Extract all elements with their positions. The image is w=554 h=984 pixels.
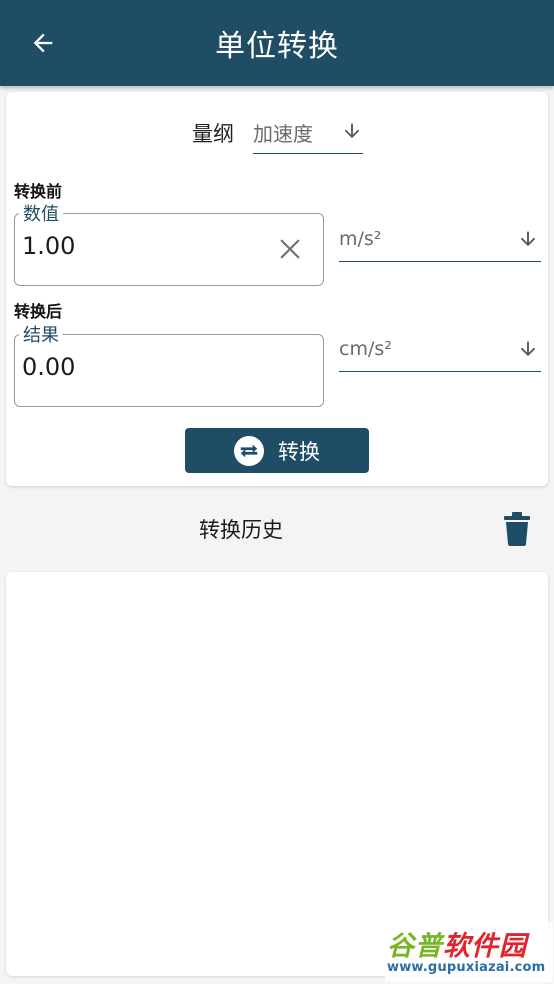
swap-icon — [234, 435, 264, 466]
result-output: 结果 0.00 — [14, 321, 324, 407]
page-title: 单位转换 — [215, 29, 339, 64]
clear-icon[interactable] — [277, 236, 303, 262]
arrow-down-icon — [344, 123, 360, 139]
dimension-select[interactable]: 加速度 — [253, 110, 363, 154]
value-input-text[interactable]: 1.00 — [22, 232, 75, 260]
result-output-text: 0.00 — [22, 353, 76, 381]
watermark-brand: 谷普软件园 — [387, 931, 527, 962]
converter-card: 量纲 加速度 转换前 数值 1.00 m/s² 转换后 结果 0.00 cm/s… — [6, 92, 548, 486]
watermark-url: www.gupuxiazai.com — [387, 960, 546, 975]
value-input[interactable]: 数值 1.00 — [14, 200, 324, 286]
arrow-down-icon — [520, 341, 536, 357]
dimension-label: 量纲 — [192, 122, 234, 146]
history-title: 转换历史 — [199, 518, 283, 542]
clear-history-button[interactable] — [503, 512, 531, 546]
to-unit-value: cm/s² — [339, 338, 392, 360]
convert-button-label: 转换 — [278, 439, 320, 464]
history-list — [6, 572, 548, 976]
watermark-logo: 谷普软件园 www.gupuxiazai.com — [385, 922, 553, 982]
from-unit-value: m/s² — [339, 228, 382, 250]
from-unit-select[interactable]: m/s² — [339, 222, 541, 262]
trash-icon — [504, 512, 530, 546]
value-input-label: 数值 — [19, 200, 63, 226]
convert-button[interactable]: 转换 — [185, 428, 369, 473]
result-output-label: 结果 — [19, 321, 63, 347]
arrow-down-icon — [520, 231, 536, 247]
to-unit-select[interactable]: cm/s² — [339, 332, 541, 372]
after-section-label: 转换后 — [14, 302, 63, 321]
dimension-value: 加速度 — [253, 122, 313, 146]
app-bar: 单位转换 — [0, 0, 554, 86]
before-section-label: 转换前 — [14, 182, 63, 201]
